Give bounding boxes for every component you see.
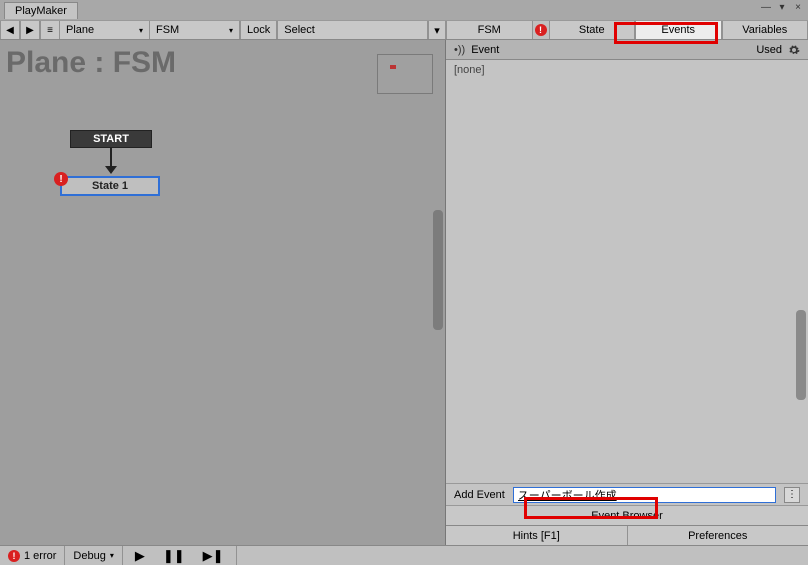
chevron-down-icon: ▾ bbox=[110, 551, 114, 560]
error-count-label: 1 error bbox=[24, 550, 56, 562]
events-none-label: [none] bbox=[454, 64, 800, 76]
dropdown-icon[interactable]: ▾ bbox=[776, 2, 788, 13]
hints-button[interactable]: Hints [F1] bbox=[446, 526, 628, 545]
error-icon: ! bbox=[8, 550, 20, 562]
minimize-icon[interactable]: — bbox=[760, 2, 772, 13]
events-header: •)) Event Used bbox=[446, 40, 808, 60]
add-event-menu-button[interactable]: ⋮ bbox=[784, 487, 800, 503]
titlebar: PlayMaker — ▾ × bbox=[0, 0, 808, 20]
broadcast-icon: •)) bbox=[454, 44, 465, 56]
events-scrollbar[interactable] bbox=[796, 310, 806, 400]
pause-icon[interactable]: ❚❚ bbox=[163, 548, 185, 564]
tab-events[interactable]: Events bbox=[635, 21, 722, 39]
window-controls: — ▾ × bbox=[760, 2, 804, 13]
minimap[interactable] bbox=[377, 54, 433, 94]
target-dropdown-label: Plane bbox=[66, 24, 94, 36]
add-event-label: Add Event bbox=[454, 489, 505, 501]
add-event-input[interactable] bbox=[513, 487, 776, 503]
debug-dropdown[interactable]: Debug ▾ bbox=[65, 546, 122, 565]
transition-arrow-line bbox=[110, 148, 112, 168]
toolbar-dropdown-icon[interactable]: ▾ bbox=[428, 21, 446, 39]
error-count[interactable]: ! 1 error bbox=[0, 546, 65, 565]
fsm-dropdown[interactable]: FSM ▾ bbox=[150, 21, 240, 39]
fsm-dropdown-label: FSM bbox=[156, 24, 179, 36]
fsm-canvas[interactable]: Plane : FSM START ! State 1 bbox=[0, 40, 446, 545]
chevron-down-icon: ▾ bbox=[229, 26, 233, 35]
status-filler bbox=[237, 546, 808, 565]
nav-list-button[interactable]: ≡ bbox=[40, 21, 60, 39]
target-dropdown[interactable]: Plane ▾ bbox=[60, 21, 150, 39]
chevron-down-icon: ▾ bbox=[139, 26, 143, 35]
canvas-title: Plane : FSM bbox=[6, 46, 176, 80]
canvas-scrollbar[interactable] bbox=[433, 210, 443, 330]
fsm-error-icon: ! bbox=[533, 21, 549, 39]
playmaker-window: PlayMaker — ▾ × ◀ ▶ ≡ Plane ▾ FSM ▾ Lock… bbox=[0, 0, 808, 565]
event-browser-button[interactable]: Event Browser bbox=[446, 505, 808, 525]
toolbar: ◀ ▶ ≡ Plane ▾ FSM ▾ Lock Select ▾ FSM ! … bbox=[0, 20, 808, 40]
nav-next-button[interactable]: ▶ bbox=[20, 21, 40, 39]
state-node-label: State 1 bbox=[92, 180, 128, 192]
lock-button[interactable]: Lock bbox=[240, 21, 277, 39]
play-icon[interactable]: ▶ bbox=[135, 548, 145, 564]
inspector-panel: •)) Event Used [none] Add Event ⋮ Event … bbox=[446, 40, 808, 545]
events-header-label: Event bbox=[471, 44, 499, 56]
start-node[interactable]: START bbox=[70, 130, 152, 148]
transition-arrow-head-icon bbox=[105, 166, 117, 174]
used-label: Used bbox=[756, 44, 782, 56]
select-button[interactable]: Select bbox=[277, 21, 428, 39]
window-tab[interactable]: PlayMaker bbox=[4, 2, 78, 19]
playback-controls: ▶ ❚❚ ▶❚ bbox=[123, 546, 237, 565]
footer-tabs: Hints [F1] Preferences bbox=[446, 525, 808, 545]
toolbar-right-tabs: FSM ! State Events Variables bbox=[446, 21, 808, 39]
state-error-icon: ! bbox=[54, 172, 68, 186]
nav-prev-button[interactable]: ◀ bbox=[0, 21, 20, 39]
events-list[interactable]: [none] bbox=[446, 60, 808, 483]
tab-fsm[interactable]: FSM bbox=[446, 21, 533, 39]
tab-state[interactable]: State bbox=[549, 21, 636, 39]
toolbar-left: ◀ ▶ ≡ Plane ▾ FSM ▾ Lock Select ▾ bbox=[0, 21, 446, 39]
preferences-button[interactable]: Preferences bbox=[628, 526, 808, 545]
debug-label: Debug bbox=[73, 550, 105, 562]
add-event-row: Add Event ⋮ bbox=[446, 483, 808, 505]
gear-icon[interactable] bbox=[788, 44, 800, 56]
state-node[interactable]: ! State 1 bbox=[60, 176, 160, 196]
close-icon[interactable]: × bbox=[792, 2, 804, 13]
main-split: Plane : FSM START ! State 1 •)) Event bbox=[0, 40, 808, 545]
minimap-node-icon bbox=[390, 65, 396, 69]
statusbar: ! 1 error Debug ▾ ▶ ❚❚ ▶❚ bbox=[0, 545, 808, 565]
tab-variables[interactable]: Variables bbox=[722, 21, 808, 39]
step-icon[interactable]: ▶❚ bbox=[203, 548, 224, 564]
